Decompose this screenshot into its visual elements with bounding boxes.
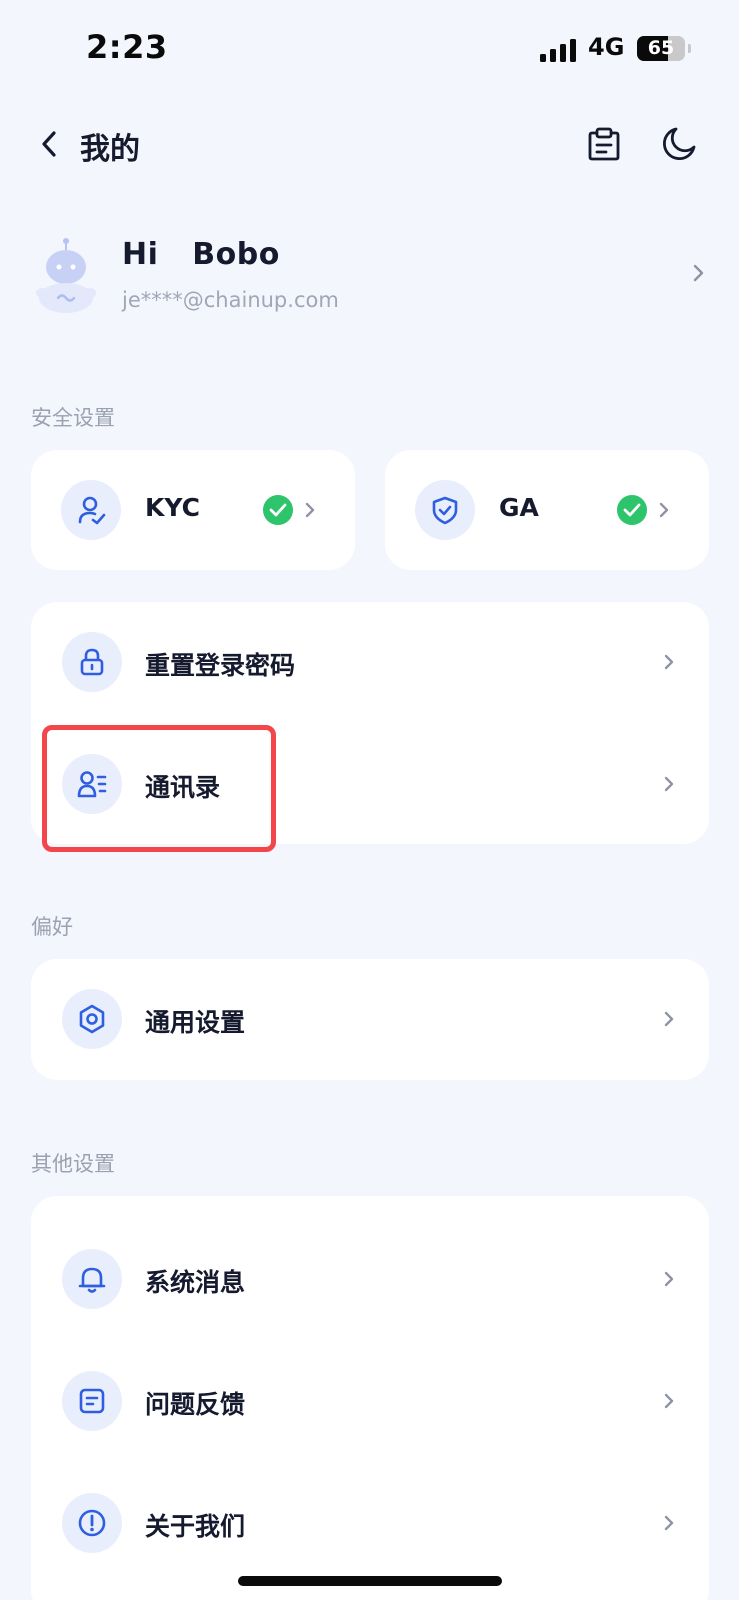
settings-hexagon-icon xyxy=(79,1004,105,1034)
signal-icon xyxy=(540,38,580,62)
chevron-right-icon xyxy=(664,654,674,670)
menu-item-label: 通用设置 xyxy=(145,1008,246,1037)
verified-icon xyxy=(263,495,293,525)
moon-icon xyxy=(663,127,696,160)
menu-item-system-messages[interactable]: 系统消息 xyxy=(31,1219,709,1339)
lock-icon xyxy=(80,648,104,676)
chevron-right-icon xyxy=(664,1393,674,1409)
robot-avatar-icon xyxy=(36,238,96,313)
ga-label: GA xyxy=(499,493,539,522)
section-label-security: 安全设置 xyxy=(31,406,115,430)
ga-card[interactable]: GA xyxy=(385,450,709,570)
clipboard-button[interactable] xyxy=(584,124,624,164)
verified-icon xyxy=(617,495,647,525)
status-bar: 2:23 4G 65 xyxy=(0,0,739,100)
back-button[interactable] xyxy=(32,126,68,162)
chevron-right-icon xyxy=(664,776,674,792)
battery-icon: 65 xyxy=(637,36,685,61)
home-indicator[interactable] xyxy=(238,1576,502,1586)
user-email: je****@chainup.com xyxy=(122,288,339,312)
profile-header[interactable]: Hi Bobo je****@chainup.com xyxy=(30,235,710,325)
user-check-icon xyxy=(78,496,106,525)
chevron-right-icon xyxy=(664,1515,674,1531)
menu-item-label: 问题反馈 xyxy=(145,1390,246,1419)
chevron-right-icon xyxy=(664,1271,674,1287)
menu-item-about-us[interactable]: 关于我们 xyxy=(31,1463,709,1583)
chevron-right-icon xyxy=(305,502,315,518)
status-time: 2:23 xyxy=(86,28,168,66)
kyc-label: KYC xyxy=(145,493,200,522)
other-settings-card: 系统消息 问题反馈 关于我们 xyxy=(31,1196,709,1600)
battery-level: 65 xyxy=(647,37,675,59)
chevron-left-icon xyxy=(42,131,56,157)
network-type: 4G xyxy=(588,33,625,61)
section-label-preferences: 偏好 xyxy=(31,915,73,939)
page-title: 我的 xyxy=(80,132,140,167)
chevron-right-icon xyxy=(664,1011,674,1027)
bell-icon xyxy=(78,1267,106,1293)
greeting: Hi Bobo xyxy=(122,237,280,272)
preferences-card: 通用设置 xyxy=(31,959,709,1080)
chevron-right-icon xyxy=(693,264,704,282)
shield-check-icon xyxy=(432,496,458,525)
menu-item-label: 系统消息 xyxy=(145,1268,246,1297)
section-label-other: 其他设置 xyxy=(31,1152,115,1176)
dark-mode-button[interactable] xyxy=(659,124,699,164)
menu-item-label: 重置登录密码 xyxy=(145,651,296,680)
menu-item-general-settings[interactable]: 通用设置 xyxy=(31,959,709,1079)
info-icon xyxy=(78,1509,106,1537)
feedback-icon xyxy=(79,1388,105,1414)
menu-item-label: 关于我们 xyxy=(145,1512,246,1541)
highlight-box xyxy=(42,725,276,852)
kyc-card[interactable]: KYC xyxy=(31,450,355,570)
chevron-right-icon xyxy=(659,502,669,518)
menu-item-reset-password[interactable]: 重置登录密码 xyxy=(31,602,709,722)
clipboard-icon xyxy=(588,127,620,161)
menu-item-feedback[interactable]: 问题反馈 xyxy=(31,1341,709,1461)
nav-bar: 我的 xyxy=(0,110,739,180)
